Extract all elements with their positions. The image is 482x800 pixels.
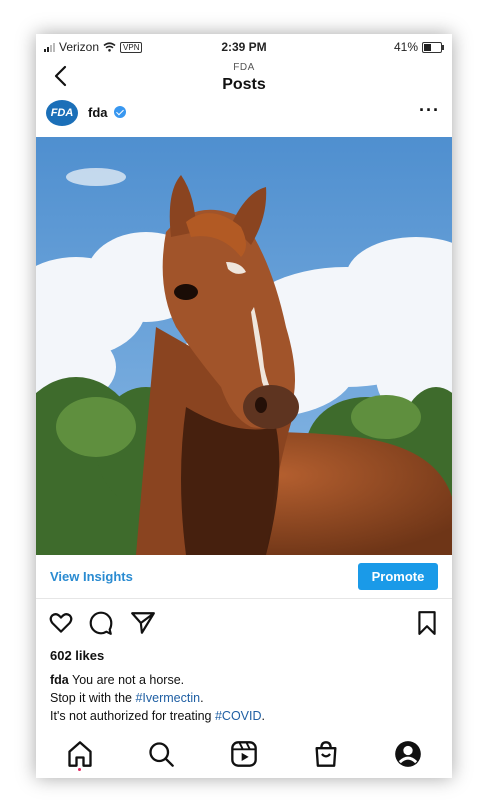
more-horizontal-icon[interactable]: ··· [419,100,440,121]
battery-icon [422,41,444,53]
post-username[interactable]: fda [88,105,108,120]
shop-icon[interactable] [312,740,340,768]
status-right: 41% [393,40,444,54]
caption-text-3: It's not authorized for treating [50,709,215,723]
avatar[interactable]: FDA [46,100,78,126]
caption-line-1: fda You are not a horse. [50,671,265,689]
home-icon[interactable] [66,740,94,768]
post-header: FDA fda ··· [36,98,452,138]
caption-line-3: It's not authorized for treating #COVID. [50,707,265,725]
horse-photo [36,137,452,555]
caption-line-2: Stop it with the #Ivermectin. [50,689,265,707]
comment-icon[interactable] [88,610,114,636]
caption-username[interactable]: fda [50,673,69,687]
hashtag-ivermectin[interactable]: #Ivermectin [135,691,200,705]
likes-count[interactable]: 602 likes [50,648,104,663]
page-title: Posts [222,76,266,93]
caption-text-1: You are not a horse. [72,673,185,687]
promote-button[interactable]: Promote [358,563,438,590]
send-icon[interactable] [130,610,156,636]
phone-screen: Verizon VPN 2:39 PM 41% FDA Posts FDA fd… [36,34,452,778]
caption-text-2: Stop it with the [50,691,136,705]
post-image[interactable] [36,137,452,555]
status-bar: Verizon VPN 2:39 PM 41% [36,34,452,58]
bottom-nav [36,734,452,778]
profile-icon[interactable] [394,740,422,768]
verified-badge-icon [114,106,126,118]
post-actions [36,606,452,640]
reels-icon[interactable] [230,740,258,768]
bookmark-icon[interactable] [414,610,440,636]
notification-dot [78,768,81,771]
header-subtitle: FDA [233,62,255,73]
caption-text-2-end: . [200,691,204,705]
post-caption: fda You are not a horse. Stop it with th… [50,671,265,725]
top-header: FDA Posts [36,58,452,98]
battery-percent: 41% [393,40,418,54]
battery-fill [424,43,431,51]
status-time: 2:39 PM [221,40,267,54]
hashtag-covid[interactable]: #COVID [215,709,262,723]
caption-text-3-end: . [261,709,266,723]
insights-bar: View Insights Promote [36,558,452,599]
search-icon[interactable] [147,740,175,768]
view-insights-link[interactable]: View Insights [50,569,133,584]
heart-icon[interactable] [48,610,74,636]
